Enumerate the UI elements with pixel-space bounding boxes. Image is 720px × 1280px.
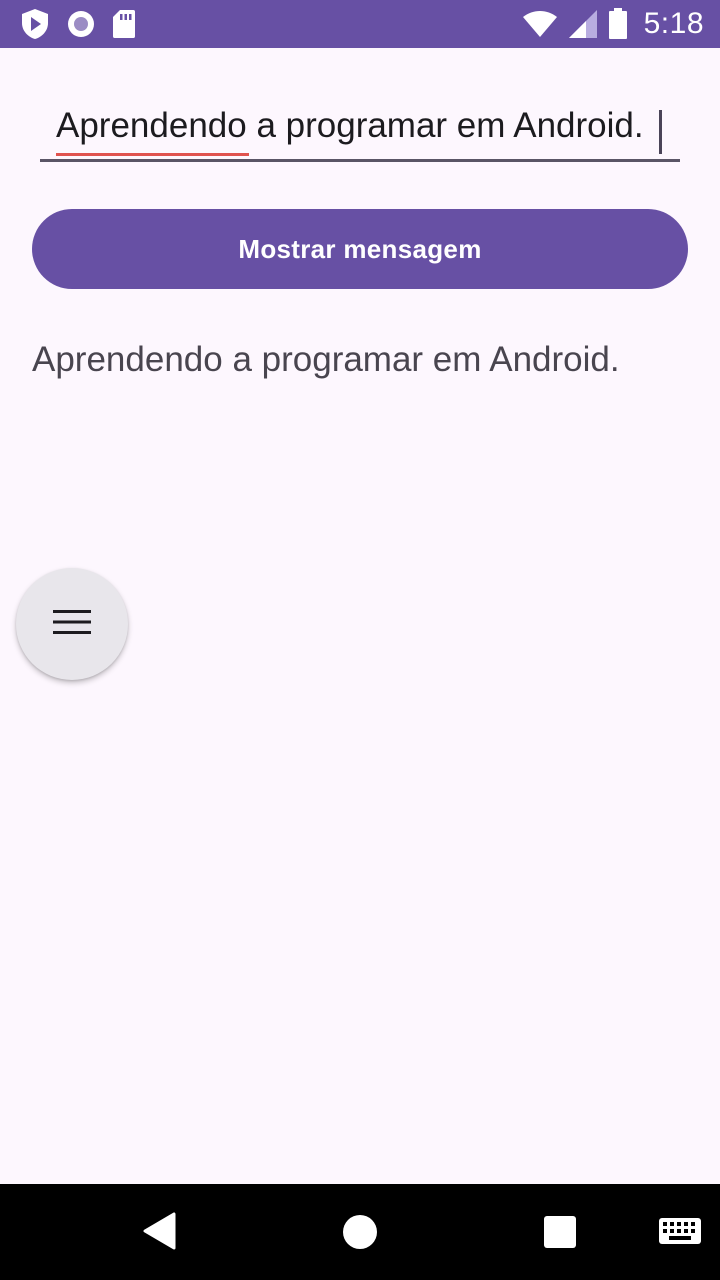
menu-icon [53,609,91,640]
wifi-icon [522,10,558,38]
back-icon[interactable] [142,1212,176,1255]
message-output-text: Aprendendo a programar em Android. [32,340,620,379]
spell-check-underline [56,153,249,156]
cell-signal-icon [568,9,598,39]
app-content: Aprendendo a programar em Android. Mostr… [0,48,720,1184]
home-icon[interactable] [343,1215,377,1249]
shield-play-icon [20,8,50,40]
text-cursor [659,110,662,154]
keyboard-icon[interactable] [659,1218,701,1253]
sd-card-icon [112,9,136,39]
message-input-field[interactable]: Aprendendo a programar em Android. [40,104,680,162]
status-left-icons [20,8,136,40]
show-message-button[interactable]: Mostrar mensagem [32,209,688,289]
clock: 5:18 [643,7,704,40]
status-right-icons: 5:18 [522,6,704,42]
recents-icon[interactable] [544,1216,576,1248]
floating-menu-button[interactable] [16,568,128,680]
radio-circle-icon [66,9,96,39]
status-bar: 5:18 [0,0,720,48]
battery-icon [608,8,628,40]
message-input-text[interactable]: Aprendendo a programar em Android. [56,106,644,146]
navigation-bar [0,1184,720,1280]
